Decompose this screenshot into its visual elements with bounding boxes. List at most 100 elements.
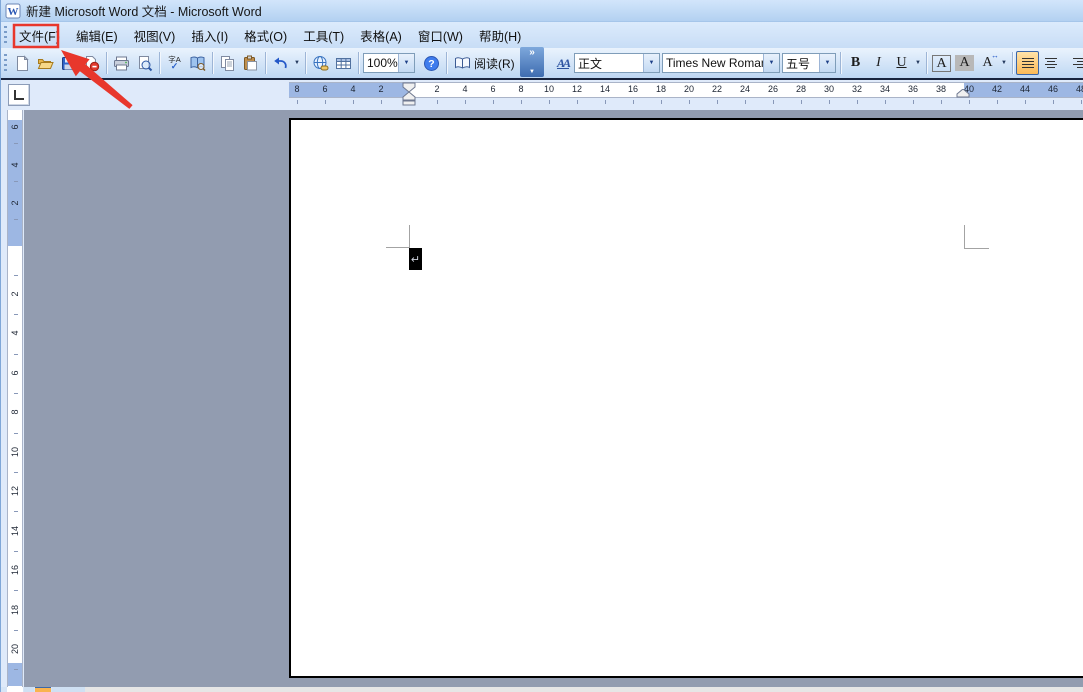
view-buttons[interactable]: [52, 687, 85, 692]
copy-button[interactable]: [216, 51, 239, 75]
standard-toolbar-grip-handle[interactable]: [4, 54, 7, 72]
hruler-tick: [325, 100, 326, 104]
hruler-number: 16: [627, 84, 638, 94]
document-page[interactable]: [289, 118, 1083, 678]
style-dropdown-caret-icon[interactable]: ▼: [643, 54, 659, 72]
font-size-combobox[interactable]: 五号 ▼: [782, 53, 836, 73]
vruler-number: 20: [10, 644, 20, 655]
hruler-number: 38: [935, 84, 946, 94]
vruler-tick: [14, 511, 18, 512]
menu-bar-grip-handle[interactable]: [4, 26, 7, 44]
underline-dropdown-caret-icon[interactable]: ▼: [913, 60, 923, 66]
menu-item-insert[interactable]: 插入(I): [183, 22, 236, 49]
reading-layout-label: 阅读(R): [474, 56, 515, 71]
help-button[interactable]: ?: [420, 51, 443, 75]
save-button[interactable]: [57, 51, 80, 75]
left-indent-markers[interactable]: [401, 82, 419, 106]
hruler-number: 36: [907, 84, 918, 94]
reading-layout-button[interactable]: 阅读(R): [450, 51, 519, 75]
hruler-tick: [1081, 100, 1082, 104]
text-boundary-mark: [964, 225, 965, 249]
hruler-tick: [745, 100, 746, 104]
vruler-number: 10: [10, 447, 20, 458]
print-preview-button[interactable]: [133, 51, 156, 75]
print-button[interactable]: [110, 51, 133, 75]
hruler-tick: [493, 100, 494, 104]
character-border-button[interactable]: A: [930, 51, 953, 75]
research-button[interactable]: [186, 51, 209, 75]
hruler-number: 14: [599, 84, 610, 94]
open-folder-icon: [37, 58, 54, 69]
menu-item-help[interactable]: 帮助(H): [471, 22, 529, 49]
hruler-number: 6: [322, 84, 328, 94]
hruler-number: 6: [490, 84, 496, 94]
undo-dropdown-caret-icon[interactable]: ▼: [292, 60, 302, 66]
font-size-dropdown-caret-icon[interactable]: ▼: [819, 54, 835, 72]
style-combobox[interactable]: 正文 ▼: [574, 53, 660, 73]
character-scaling-button[interactable]: A ↔: [976, 51, 999, 75]
menu-item-file[interactable]: 文件(F): [11, 22, 68, 49]
font-combobox[interactable]: Times New Roman ▼: [662, 53, 780, 73]
menu-item-view[interactable]: 视图(V): [126, 22, 184, 49]
svg-text:W: W: [8, 6, 19, 18]
print-icon: [114, 56, 129, 70]
open-button[interactable]: [34, 51, 57, 75]
vruler-number: 18: [10, 605, 20, 616]
new-document-icon: [17, 54, 29, 71]
italic-button[interactable]: I: [867, 51, 890, 75]
ruler-footer: [7, 687, 23, 692]
horizontal-scrollbar-strip[interactable]: [1, 687, 1083, 692]
insert-table-button[interactable]: [332, 51, 355, 75]
insert-hyperlink-button[interactable]: [309, 51, 332, 75]
align-justify-button[interactable]: [1016, 51, 1039, 75]
menu-item-table[interactable]: 表格(A): [352, 22, 410, 49]
toolbar-separator: [159, 52, 160, 74]
toolbar-separator: [926, 52, 927, 74]
tab-selector-button[interactable]: [8, 84, 30, 106]
character-scaling-caret-icon[interactable]: ▼: [999, 60, 1009, 66]
spelling-grammar-button[interactable]: 字A ✓: [163, 51, 186, 75]
window-title: 新建 Microsoft Word 文档 - Microsoft Word: [26, 5, 262, 19]
paste-icon: [244, 55, 257, 70]
hruler-tick: [465, 100, 466, 104]
align-right-button[interactable]: [1062, 51, 1083, 75]
vruler-tick: [14, 219, 18, 220]
bold-button[interactable]: B: [844, 51, 867, 75]
vertical-ruler-bottom-margin: [8, 663, 22, 686]
align-center-button[interactable]: [1039, 51, 1062, 75]
hruler-tick: [997, 100, 998, 104]
vruler-number: 8: [10, 409, 20, 415]
vruler-tick: [14, 630, 18, 631]
character-shading-button[interactable]: A: [953, 51, 976, 75]
paste-button[interactable]: [239, 51, 262, 75]
font-dropdown-caret-icon[interactable]: ▼: [763, 54, 779, 72]
undo-button[interactable]: [269, 51, 292, 75]
horizontal-scrollbar-track[interactable]: [85, 687, 1083, 692]
zoom-dropdown-caret-icon[interactable]: ▼: [398, 54, 414, 72]
insert-table-icon: [336, 57, 351, 69]
vertical-ruler[interactable]: 6 4 2 2 4 6 8 10 12 14 16 18 20: [7, 110, 23, 687]
menu-item-window[interactable]: 窗口(W): [410, 22, 471, 49]
hruler-tick: [717, 100, 718, 104]
styles-and-formatting-button[interactable]: AA: [553, 51, 573, 75]
zoom-combobox[interactable]: 100% ▼: [363, 53, 415, 73]
permission-button[interactable]: [80, 51, 103, 75]
toolbar-options-button[interactable]: » ▼: [520, 47, 544, 77]
help-icon: ?: [424, 55, 439, 71]
view-button[interactable]: [24, 687, 34, 692]
new-document-button[interactable]: [11, 51, 34, 75]
active-view-button[interactable]: [35, 687, 51, 692]
menu-item-tools[interactable]: 工具(T): [295, 22, 352, 49]
ruler-strip: 8 6 4 2 2 4 6 8 10 12 14 16 18 20 22 24 26 28 30 32 34 36 38 40…: [1, 80, 1083, 110]
menu-item-format[interactable]: 格式(O): [236, 22, 295, 49]
research-icon: [190, 56, 206, 71]
hruler-tick: [941, 100, 942, 104]
character-border-icon: A: [932, 54, 951, 72]
hruler-tick: [885, 100, 886, 104]
hruler-tick: [437, 100, 438, 104]
text-boundary-mark: [409, 225, 410, 248]
vruler-number: 2: [10, 200, 20, 206]
right-indent-marker[interactable]: [956, 89, 970, 98]
underline-button[interactable]: U: [890, 51, 913, 75]
menu-item-edit[interactable]: 编辑(E): [68, 22, 126, 49]
